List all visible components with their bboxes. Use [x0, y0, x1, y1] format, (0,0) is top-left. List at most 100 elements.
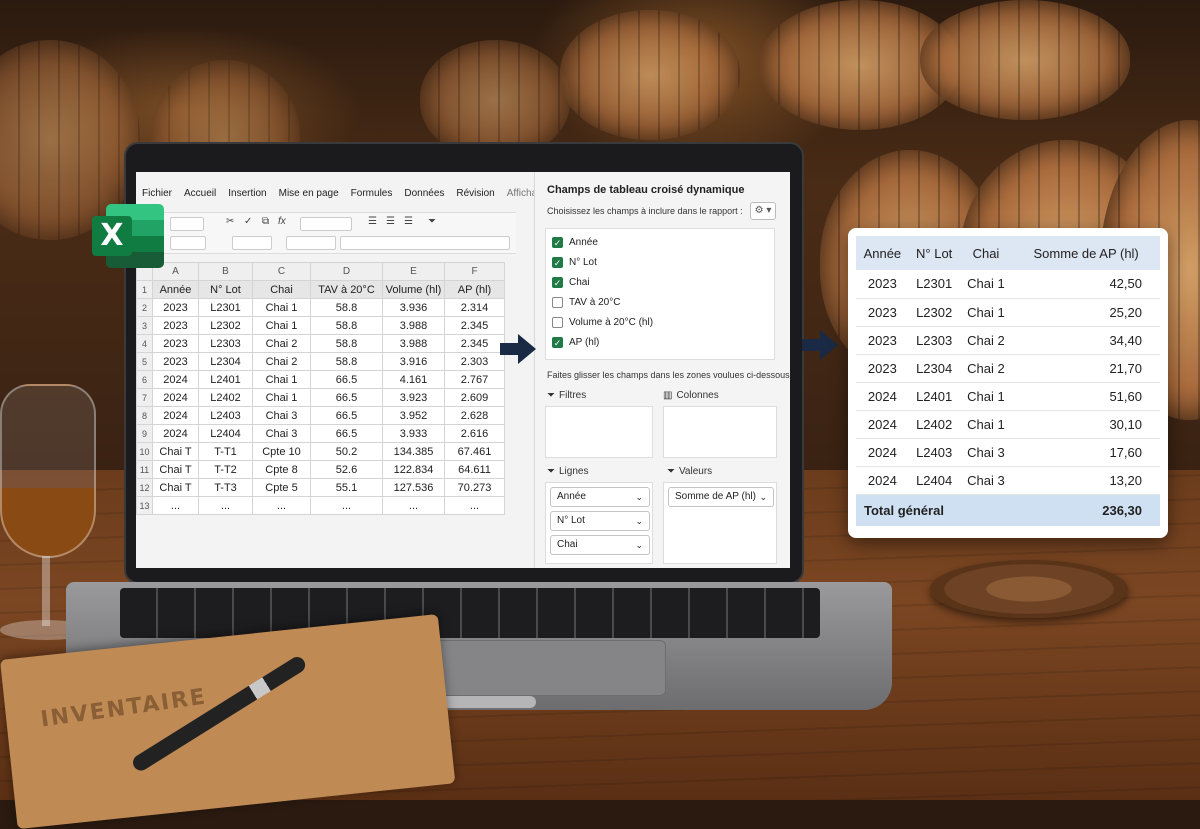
- table-cell[interactable]: L2304: [198, 352, 253, 371]
- table-cell[interactable]: L2302: [198, 316, 253, 335]
- tab-insertion[interactable]: Insertion: [222, 184, 272, 206]
- chevron-down-icon[interactable]: ⌄: [635, 536, 643, 554]
- gear-icon[interactable]: ⚙ ▾: [750, 202, 776, 220]
- table-cell[interactable]: 52.6: [310, 460, 383, 479]
- checkbox-unchecked[interactable]: [552, 317, 563, 328]
- table-cell[interactable]: 2024: [152, 424, 199, 443]
- name-box[interactable]: [170, 236, 206, 250]
- table-cell[interactable]: 66.5: [310, 424, 383, 443]
- row-number[interactable]: 8: [136, 406, 153, 425]
- table-cell[interactable]: 50.2: [310, 442, 383, 461]
- columns-drop-zone[interactable]: [663, 406, 777, 458]
- font-select[interactable]: [170, 217, 204, 231]
- table-cell[interactable]: 2.616: [444, 424, 505, 443]
- table-cell[interactable]: 2023: [152, 352, 199, 371]
- table-cell[interactable]: 2.345: [444, 316, 505, 335]
- row-number[interactable]: 12: [136, 478, 153, 497]
- table-cell[interactable]: L2303: [198, 334, 253, 353]
- table-cell[interactable]: 134.385: [382, 442, 445, 461]
- filters-drop-zone[interactable]: [545, 406, 653, 458]
- table-cell[interactable]: 2023: [152, 316, 199, 335]
- tab-revision[interactable]: Révision: [450, 184, 500, 206]
- field-tav[interactable]: TAV à 20°C: [552, 297, 620, 308]
- table-cell[interactable]: Chai 1: [252, 370, 311, 389]
- table-cell[interactable]: 64.611: [444, 460, 505, 479]
- table-cell[interactable]: Chai 3: [252, 406, 311, 425]
- table-cell[interactable]: 2.314: [444, 298, 505, 317]
- table-cell[interactable]: T-T1: [198, 442, 253, 461]
- table-cell[interactable]: ...: [382, 496, 445, 515]
- field-volume[interactable]: Volume à 20°C (hl): [552, 317, 653, 328]
- table-cell[interactable]: 66.5: [310, 388, 383, 407]
- table-cell[interactable]: L2301: [198, 298, 253, 317]
- tab-accueil[interactable]: Accueil: [178, 184, 222, 206]
- header-cell[interactable]: N° Lot: [198, 280, 253, 299]
- table-cell[interactable]: ...: [198, 496, 253, 515]
- table-cell[interactable]: 3.923: [382, 388, 445, 407]
- field-chai[interactable]: ✓ Chai: [552, 277, 590, 288]
- table-cell[interactable]: 4.161: [382, 370, 445, 389]
- table-cell[interactable]: T-T3: [198, 478, 253, 497]
- table-cell[interactable]: 67.461: [444, 442, 505, 461]
- table-cell[interactable]: 2.628: [444, 406, 505, 425]
- table-cell[interactable]: 3.952: [382, 406, 445, 425]
- tab-fichier[interactable]: Fichier: [136, 184, 178, 206]
- table-cell[interactable]: ...: [310, 496, 383, 515]
- table-cell[interactable]: 2.345: [444, 334, 505, 353]
- table-cell[interactable]: Chai 2: [252, 334, 311, 353]
- table-cell[interactable]: ...: [252, 496, 311, 515]
- column-header[interactable]: D: [310, 262, 383, 281]
- table-cell[interactable]: L2402: [198, 388, 253, 407]
- table-cell[interactable]: Chai 2: [252, 352, 311, 371]
- table-cell[interactable]: 70.273: [444, 478, 505, 497]
- table-cell[interactable]: Cpte 8: [252, 460, 311, 479]
- table-cell[interactable]: 58.8: [310, 298, 383, 317]
- table-cell[interactable]: ...: [152, 496, 199, 515]
- table-cell[interactable]: 122.834: [382, 460, 445, 479]
- table-cell[interactable]: 58.8: [310, 316, 383, 335]
- table-cell[interactable]: Chai 1: [252, 388, 311, 407]
- header-cell[interactable]: AP (hl): [444, 280, 505, 299]
- table-cell[interactable]: L2404: [198, 424, 253, 443]
- table-cell[interactable]: ...: [444, 496, 505, 515]
- table-cell[interactable]: 2.767: [444, 370, 505, 389]
- table-cell[interactable]: Chai 1: [252, 298, 311, 317]
- table-cell[interactable]: 3.988: [382, 334, 445, 353]
- table-cell[interactable]: 2024: [152, 388, 199, 407]
- table-cell[interactable]: L2401: [198, 370, 253, 389]
- row-field-chai[interactable]: Chai ⌄: [550, 535, 650, 555]
- table-cell[interactable]: Chai 1: [252, 316, 311, 335]
- checkbox-checked[interactable]: ✓: [552, 277, 563, 288]
- value-field-somme-ap[interactable]: Somme de AP (hl) ⌄: [668, 487, 774, 507]
- field-ap[interactable]: ✓ AP (hl): [552, 337, 599, 348]
- table-cell[interactable]: Chai T: [152, 460, 199, 479]
- row-number[interactable]: 9: [136, 424, 153, 443]
- tab-mise-en-page[interactable]: Mise en page: [273, 184, 345, 206]
- table-cell[interactable]: T-T2: [198, 460, 253, 479]
- table-cell[interactable]: 55.1: [310, 478, 383, 497]
- table-cell[interactable]: 2.303: [444, 352, 505, 371]
- chevron-down-icon[interactable]: ⌄: [635, 512, 643, 530]
- tab-formules[interactable]: Formules: [345, 184, 399, 206]
- align-left-icon[interactable]: ☰: [368, 216, 377, 227]
- table-cell[interactable]: 2023: [152, 334, 199, 353]
- column-header[interactable]: E: [382, 262, 445, 281]
- column-header[interactable]: B: [198, 262, 253, 281]
- cut-icon[interactable]: ✂: [226, 216, 234, 227]
- header-cell[interactable]: Année: [152, 280, 199, 299]
- table-cell[interactable]: 2023: [152, 298, 199, 317]
- formula-dropdown[interactable]: [286, 236, 336, 250]
- row-number[interactable]: 5: [136, 352, 153, 371]
- cell-style-select[interactable]: [232, 236, 272, 250]
- row-number[interactable]: 4: [136, 334, 153, 353]
- row-number[interactable]: 2: [136, 298, 153, 317]
- copy-icon[interactable]: ⧉: [262, 216, 269, 227]
- table-cell[interactable]: 2024: [152, 406, 199, 425]
- format-painter-icon[interactable]: ✓: [244, 216, 252, 227]
- function-icon[interactable]: fx: [278, 216, 286, 227]
- chevron-down-icon[interactable]: ⌄: [635, 488, 643, 506]
- table-cell[interactable]: 3.936: [382, 298, 445, 317]
- row-number[interactable]: 3: [136, 316, 153, 335]
- table-cell[interactable]: Cpte 5: [252, 478, 311, 497]
- row-number[interactable]: 1: [136, 280, 153, 299]
